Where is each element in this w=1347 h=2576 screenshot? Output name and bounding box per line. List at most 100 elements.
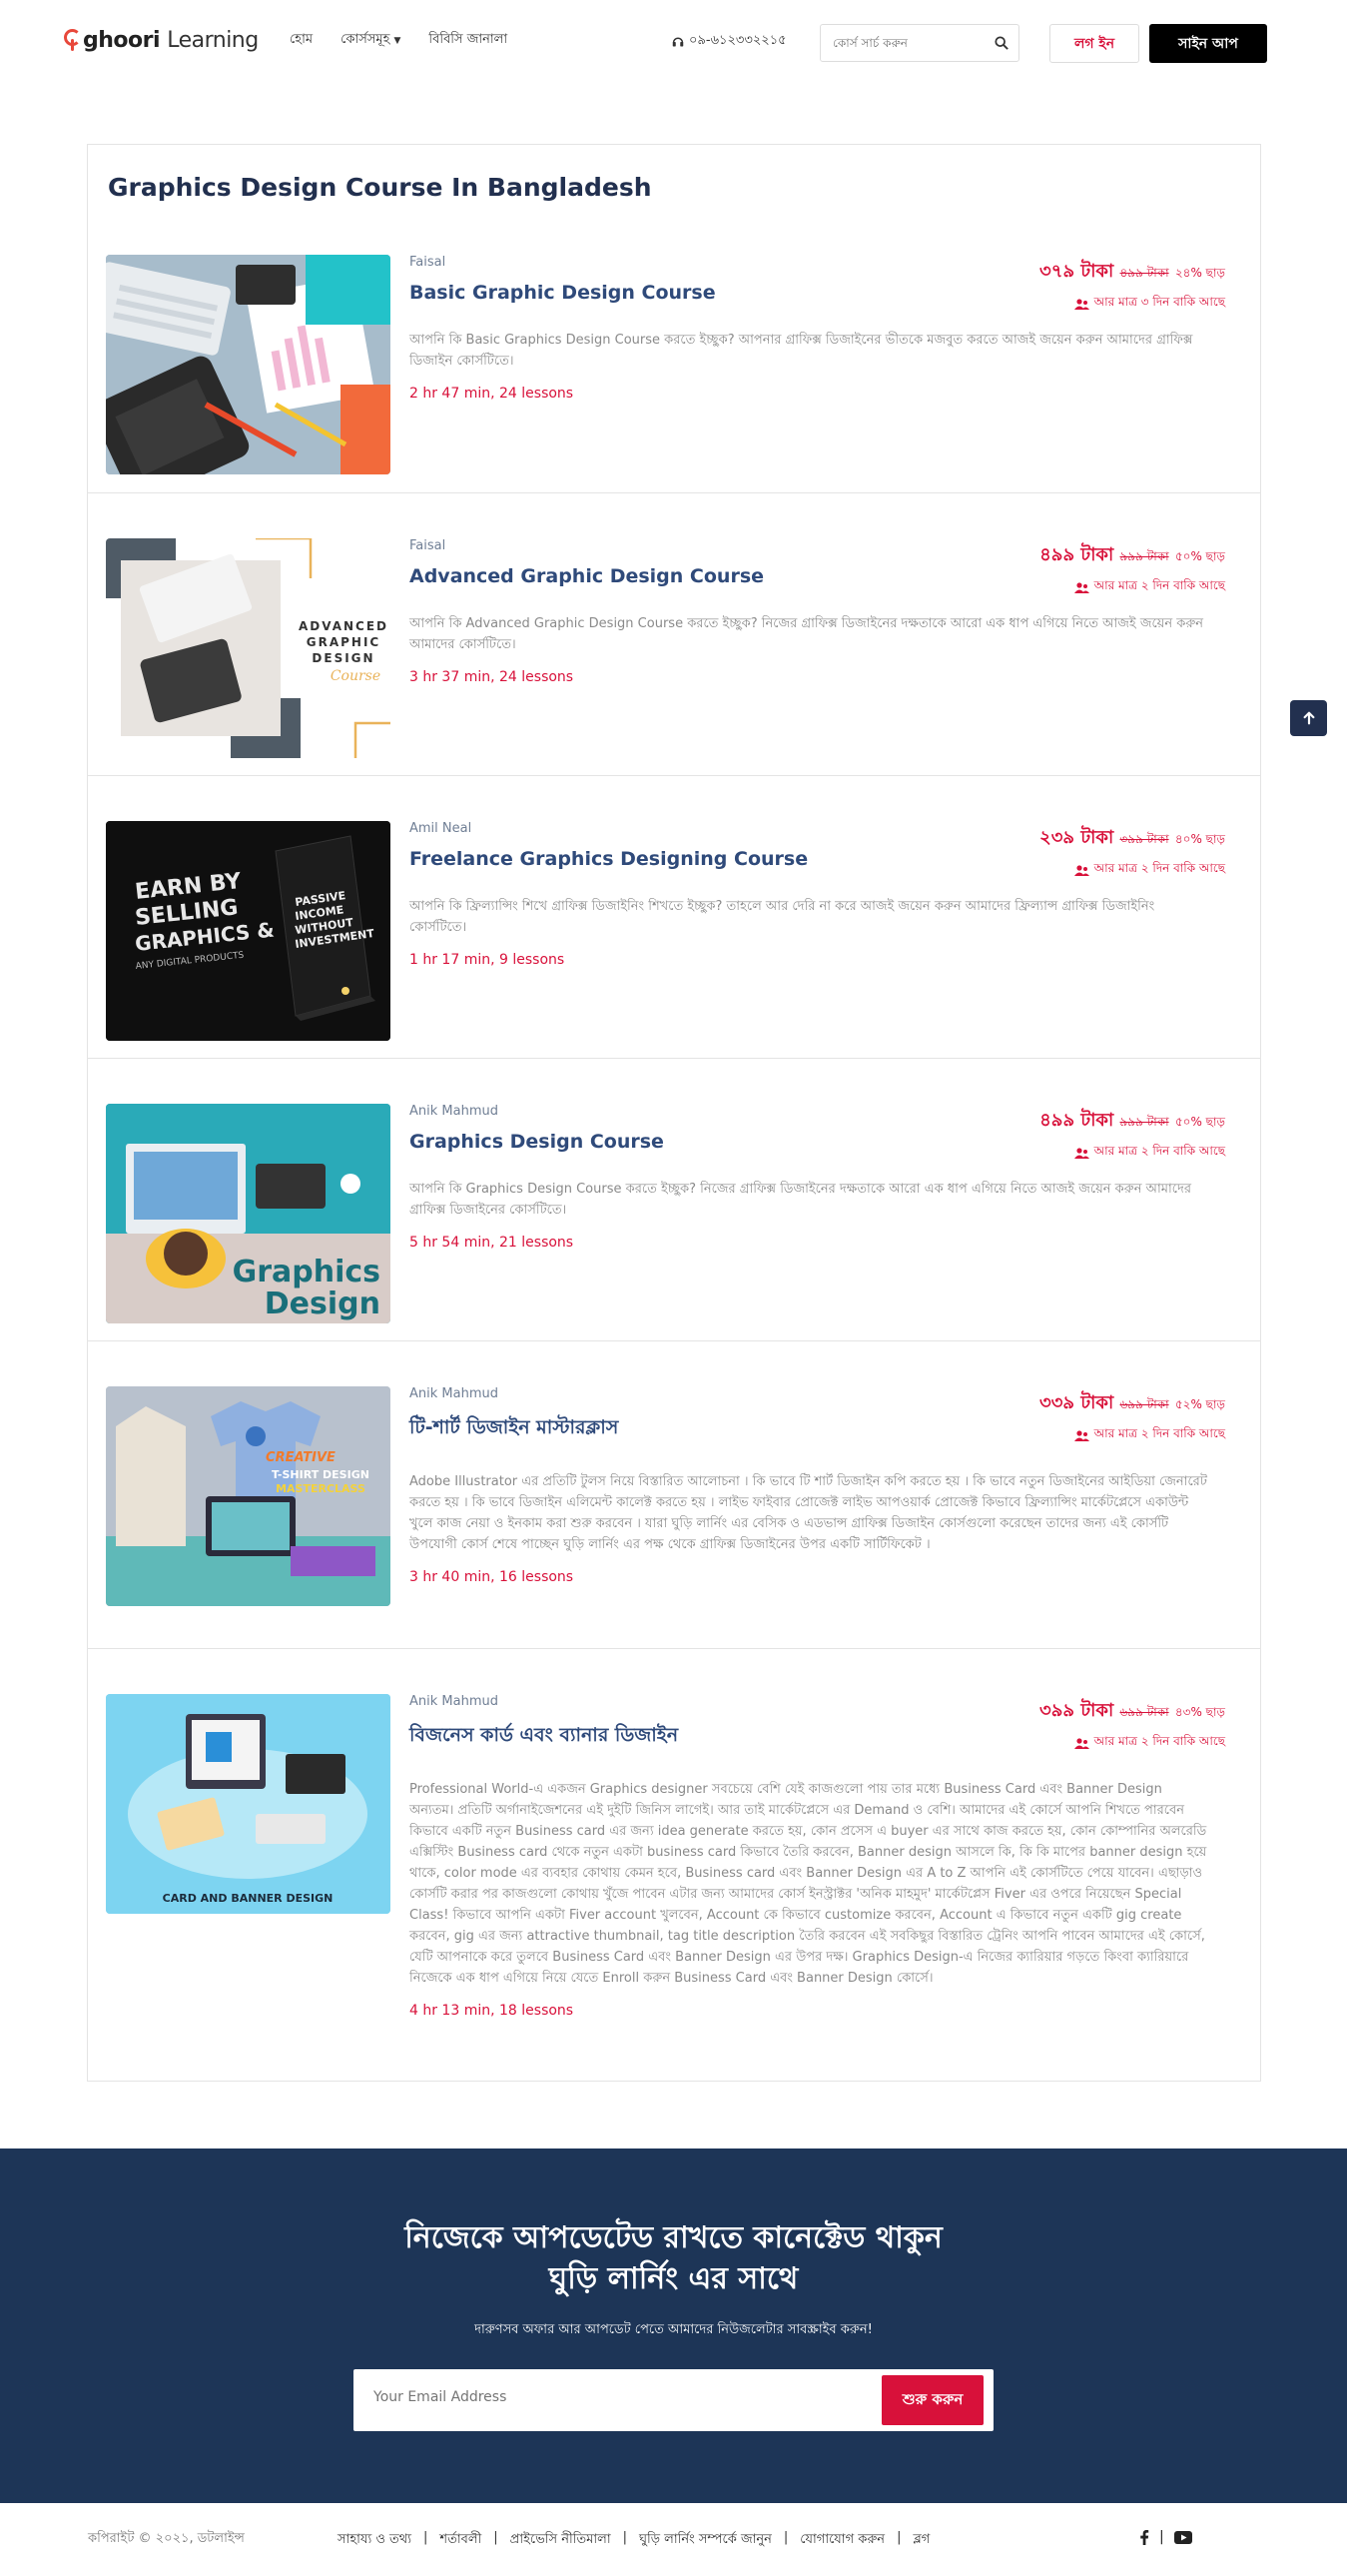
course-thumbnail[interactable]: CREATIVE T-SHIRT DESIGN MASTERCLASS	[106, 1386, 390, 1606]
course-description: আপনি কি ফ্রিল্যান্সিং শিখে গ্রাফিক্স ডিজ…	[409, 899, 1155, 935]
course-duration: 3 hr 37 min, 24 lessons	[409, 669, 574, 685]
days-left: আর মাত্র ২ দিন বাকি আছে	[1039, 860, 1225, 880]
signup-button[interactable]: সাইন আপ	[1149, 24, 1267, 63]
course-description: আপনি কি Advanced Graphic Design Course ক…	[409, 616, 1204, 652]
search-icon	[995, 36, 1009, 50]
footer-link-terms[interactable]: শর্তাবলী	[439, 2530, 481, 2551]
social-links: |	[1139, 2529, 1192, 2545]
course-price: ৪৯৯ টাকা ৯৯৯ টাকা ৫০% ছাড় আর মাত্র ২ দি…	[1039, 1106, 1225, 1163]
thumb-text-masterclass: MASTERCLASS	[276, 1482, 365, 1495]
price-discount: ২৪% ছাড়	[1174, 266, 1225, 280]
course-card: EARN BY SELLING GRAPHICS & ANY DIGITAL P…	[88, 775, 1260, 1058]
login-button[interactable]: লগ ইন	[1049, 24, 1139, 63]
page-title: Graphics Design Course In Bangladesh	[108, 173, 652, 202]
logo-light-text: Learning	[167, 27, 259, 53]
nav-courses-label: কোর্সসমূহ	[340, 32, 390, 47]
search-button[interactable]	[985, 25, 1018, 61]
days-left-text: আর মাত্র ২ দিন বাকি আছে	[1093, 1426, 1225, 1440]
users-icon	[1073, 1737, 1089, 1749]
price-old: ৯৯৯ টাকা	[1119, 549, 1169, 563]
course-duration: 4 hr 13 min, 18 lessons	[409, 2003, 574, 2019]
price-old: ৩৯৯ টাকা	[1119, 832, 1169, 846]
course-thumbnail[interactable]: Graphics Design	[106, 1104, 390, 1323]
thumb-text-card-banner: CARD AND BANNER DESIGN	[163, 1892, 334, 1905]
course-description: আপনি কি Basic Graphics Design Course করত…	[409, 333, 1193, 369]
search-input[interactable]	[821, 36, 986, 50]
price-discount: ৫২% ছাড়	[1174, 1397, 1225, 1411]
course-card: CREATIVE T-SHIRT DESIGN MASTERCLASS Anik…	[88, 1340, 1260, 1648]
keyboard-desk-image	[106, 255, 390, 474]
users-icon	[1073, 1429, 1089, 1441]
nav-bbc-janala[interactable]: বিবিসি জানালা	[428, 30, 507, 51]
search-box	[820, 24, 1019, 62]
nav-home-label: হোম	[290, 32, 314, 47]
days-left-text: আর মাত্র ২ দিন বাকি আছে	[1093, 1734, 1225, 1748]
course-thumbnail[interactable]: ADVANCED GRAPHIC DESIGN Course	[106, 538, 390, 758]
nav-home[interactable]: হোম	[290, 30, 313, 51]
footer-separator: |	[897, 2530, 902, 2545]
course-card: Graphics Design Anik Mahmud Graphics Des…	[88, 1058, 1260, 1340]
days-left-text: আর মাত্র ৩ দিন বাকি আছে	[1093, 295, 1225, 309]
footer-link-privacy[interactable]: প্রাইভেসি নীতিমালা	[510, 2530, 611, 2551]
footer-link-contact[interactable]: যোগাযোগ করুন	[800, 2530, 885, 2551]
course-description: Professional World-এ একজন Graphics desig…	[409, 1782, 1207, 1986]
thumb-text-design-word: Design	[265, 1287, 380, 1321]
thumb-text-course: Course	[331, 668, 380, 684]
subscribe-button[interactable]: শুরু করুন	[882, 2375, 984, 2425]
days-left-text: আর মাত্র ২ দিন বাকি আছে	[1093, 861, 1225, 875]
nav-bbc-label: বিবিসি জানালা	[428, 32, 508, 47]
newsletter-subtitle: দারুণসব অফার আর আপডেট পেতে আমাদের নিউজলে…	[474, 2322, 873, 2337]
earn-by-selling-image: EARN BY SELLING GRAPHICS & ANY DIGITAL P…	[106, 821, 390, 1041]
site-header: ghoori Learning হোম কোর্সসমূহ ▼ বিবিসি জা…	[0, 0, 1347, 85]
tshirt-masterclass-image: CREATIVE T-SHIRT DESIGN MASTERCLASS	[106, 1386, 390, 1606]
course-description: আপনি কি Graphics Design Course করতে ইচ্ছ…	[409, 1182, 1191, 1218]
site-logo[interactable]: ghoori Learning	[62, 24, 259, 56]
price-old: ৯৯৯ টাকা	[1119, 1115, 1169, 1129]
price-current: ৩৩৯ টাকা	[1039, 1392, 1114, 1413]
thumb-text-advanced: ADVANCED	[299, 619, 388, 633]
course-card: CARD AND BANNER DESIGN Anik Mahmud বিজনে…	[88, 1648, 1260, 2080]
youtube-icon[interactable]	[1173, 2530, 1192, 2544]
newsletter-section: নিজেকে আপডেটেড রাখতে কানেক্টেড থাকুন ঘুড…	[0, 2148, 1347, 2503]
price-current: ৩৭৯ টাকা	[1039, 261, 1114, 282]
nav-courses[interactable]: কোর্সসমূহ ▼	[340, 30, 400, 51]
thumb-text-creative: CREATIVE	[266, 1450, 336, 1465]
course-price: ৪৯৯ টাকা ৯৯৯ টাকা ৫০% ছাড় আর মাত্র ২ দি…	[1039, 540, 1225, 597]
users-icon	[1073, 581, 1089, 593]
facebook-icon[interactable]	[1139, 2529, 1149, 2545]
course-price: ৩৯৯ টাকা ৬৯৯ টাকা ৪৩% ছাড় আর মাত্র ২ দি…	[1039, 1696, 1225, 1753]
footer-link-blog[interactable]: ব্লগ	[913, 2530, 930, 2551]
course-description: Adobe Illustrator এর প্রতিটি টুলস নিয়ে …	[409, 1474, 1207, 1552]
footer-links: সাহায্য ও তথ্য | শর্তাবলী | প্রাইভেসি নীতি…	[337, 2530, 930, 2551]
course-thumbnail[interactable]	[106, 255, 390, 474]
price-current: ৪৯৯ টাকা	[1039, 1110, 1114, 1131]
card-banner-design-image: CARD AND BANNER DESIGN	[106, 1694, 390, 1914]
course-price: ৩৩৯ টাকা ৬৯৯ টাকা ৫২% ছাড় আর মাত্র ২ দি…	[1039, 1388, 1225, 1445]
users-icon	[1073, 1147, 1089, 1159]
phone-text: ০৯-৬১২৩৩২২১৫	[689, 33, 787, 48]
logo-main-text: ghoori	[83, 27, 161, 53]
phone-number[interactable]: ০৯-৬১২৩৩২২১৫	[672, 31, 787, 52]
email-input[interactable]	[373, 2389, 853, 2405]
headset-icon	[672, 37, 684, 46]
footer-link-help[interactable]: সাহায্য ও তথ্য	[337, 2530, 411, 2551]
advanced-design-image: ADVANCED GRAPHIC DESIGN Course	[106, 538, 390, 758]
social-separator: |	[1159, 2529, 1164, 2545]
back-to-top-button[interactable]	[1290, 700, 1327, 736]
users-icon	[1073, 298, 1089, 310]
days-left-text: আর মাত্র ২ দিন বাকি আছে	[1093, 1144, 1225, 1158]
course-thumbnail[interactable]: CARD AND BANNER DESIGN	[106, 1694, 390, 1914]
footer-link-about[interactable]: ঘুড়ি লার্নিং সম্পর্কে জানুন	[639, 2530, 772, 2551]
course-card: ADVANCED GRAPHIC DESIGN Course Faisal Ad…	[88, 492, 1260, 775]
price-discount: ৫০% ছাড়	[1174, 1115, 1225, 1129]
thumb-text-graphic: GRAPHIC	[307, 635, 381, 649]
course-thumbnail[interactable]: EARN BY SELLING GRAPHICS & ANY DIGITAL P…	[106, 821, 390, 1041]
price-old: ৪৯৯ টাকা	[1119, 266, 1169, 280]
price-discount: ৫০% ছাড়	[1174, 549, 1225, 563]
course-duration: 3 hr 40 min, 16 lessons	[409, 1569, 574, 1585]
course-duration: 1 hr 17 min, 9 lessons	[409, 952, 565, 968]
footer-separator: |	[783, 2530, 789, 2545]
course-list-box: Graphics Design Course In Bangladesh Fai…	[87, 144, 1261, 2082]
course-card: Faisal Basic Graphic Design Course আপনি …	[88, 245, 1260, 492]
footer-separator: |	[493, 2530, 498, 2545]
